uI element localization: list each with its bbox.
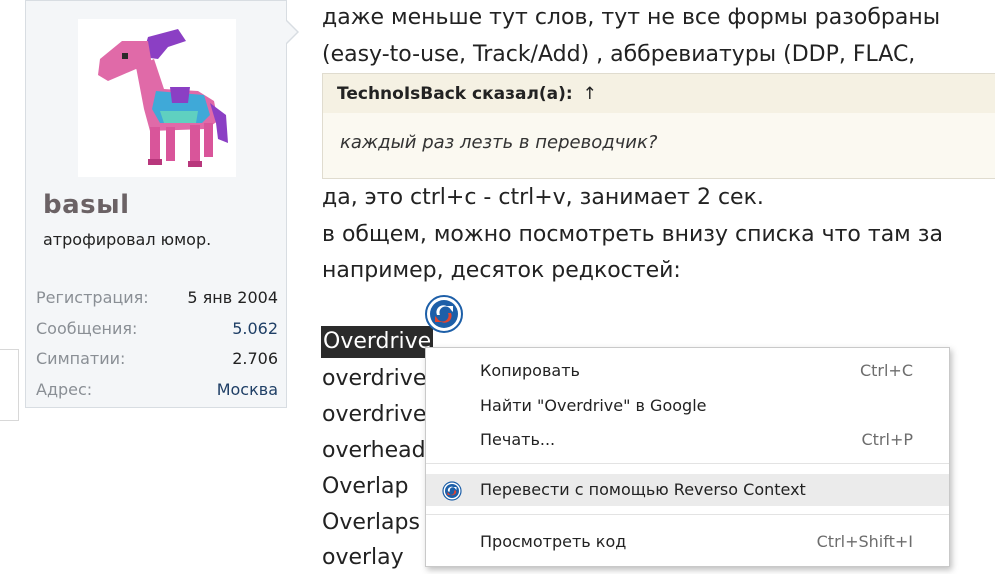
menu-item-shortcut: Ctrl+C bbox=[859, 361, 913, 380]
user-stats: Регистрация: 5 янв 2004 Сообщения: 5.062… bbox=[36, 285, 278, 407]
menu-item-label: Копировать bbox=[480, 361, 580, 380]
menu-item-label: Просмотреть код bbox=[480, 532, 627, 551]
post-line: например, десяток редкостей: bbox=[322, 258, 681, 283]
post-line: (easy-to-use, Track/Add) , аббревиатуры … bbox=[322, 42, 916, 67]
menu-item-label: Перевести с помощью Reverso Context bbox=[480, 480, 806, 499]
reverso-translate-button[interactable] bbox=[425, 295, 463, 333]
user-card: basыl атрофировал юмор. Регистрация: 5 я… bbox=[25, 0, 287, 408]
stat-label: Адрес: bbox=[36, 379, 93, 399]
list-item: overlay bbox=[322, 545, 404, 570]
menu-item-search-google[interactable]: Найти "Overdrive" в Google bbox=[426, 390, 949, 422]
menu-item-inspect[interactable]: Просмотреть код Ctrl+Shift+I bbox=[426, 526, 949, 558]
pony-avatar-icon bbox=[98, 29, 228, 167]
menu-item-reverso-translate[interactable]: Перевести с помощью Reverso Context bbox=[426, 474, 949, 506]
list-item: overhead bbox=[322, 438, 426, 463]
selected-word[interactable]: Overdrive bbox=[321, 326, 434, 358]
reverso-icon bbox=[442, 480, 462, 501]
stat-value: 5 янв 2004 bbox=[187, 288, 278, 307]
menu-item-print[interactable]: Печать... Ctrl+P bbox=[426, 424, 949, 456]
stat-label: Сообщения: bbox=[36, 318, 138, 338]
user-title: атрофировал юмор. bbox=[43, 230, 212, 249]
list-item: overdrive bbox=[322, 402, 427, 427]
post-line: даже меньше тут слов, тут не все формы р… bbox=[322, 5, 941, 30]
menu-item-copy[interactable]: Копировать Ctrl+C bbox=[426, 355, 949, 387]
list-item: overdrive bbox=[322, 366, 427, 391]
post-line: в общем, можно посмотреть внизу списка ч… bbox=[322, 222, 943, 247]
stat-value[interactable]: 5.062 bbox=[232, 316, 278, 347]
list-item: Overlap bbox=[322, 474, 409, 499]
menu-separator bbox=[426, 514, 949, 515]
jump-to-quote-icon[interactable]: ↑ bbox=[583, 84, 597, 104]
stat-row-location: Адрес: Москва bbox=[36, 377, 278, 408]
stat-label: Регистрация: bbox=[36, 288, 149, 307]
menu-item-label: Печать... bbox=[480, 430, 556, 449]
quote-header: TechnoIsBack сказал(а): ↑ bbox=[323, 74, 995, 113]
menu-item-shortcut: Ctrl+P bbox=[861, 430, 913, 449]
avatar[interactable] bbox=[78, 19, 236, 177]
stat-value[interactable]: Москва bbox=[217, 377, 278, 408]
quote-text: каждый раз лезть в переводчик? bbox=[340, 132, 658, 153]
list-item: Overlaps bbox=[322, 510, 420, 535]
reverso-icon bbox=[425, 295, 463, 333]
post-line: да, это ctrl+c - ctrl+v, занимает 2 сек. bbox=[322, 185, 764, 210]
quote-author[interactable]: TechnoIsBack сказал(а): bbox=[337, 84, 573, 104]
left-panel-edge bbox=[0, 349, 19, 421]
menu-item-label: Найти "Overdrive" в Google bbox=[480, 396, 707, 415]
menu-separator bbox=[426, 463, 949, 464]
stat-label: Симпатии: bbox=[36, 349, 126, 368]
context-menu: Копировать Ctrl+C Найти "Overdrive" в Go… bbox=[425, 347, 950, 567]
card-pointer bbox=[286, 20, 299, 44]
menu-item-shortcut: Ctrl+Shift+I bbox=[816, 532, 913, 551]
stat-row-registration: Регистрация: 5 янв 2004 bbox=[36, 285, 278, 316]
stat-row-likes: Симпатии: 2.706 bbox=[36, 346, 278, 377]
username[interactable]: basыl bbox=[43, 190, 130, 220]
quote-block: TechnoIsBack сказал(а): ↑ каждый раз лез… bbox=[322, 73, 995, 179]
stat-row-messages: Сообщения: 5.062 bbox=[36, 316, 278, 347]
stat-value: 2.706 bbox=[232, 349, 278, 368]
